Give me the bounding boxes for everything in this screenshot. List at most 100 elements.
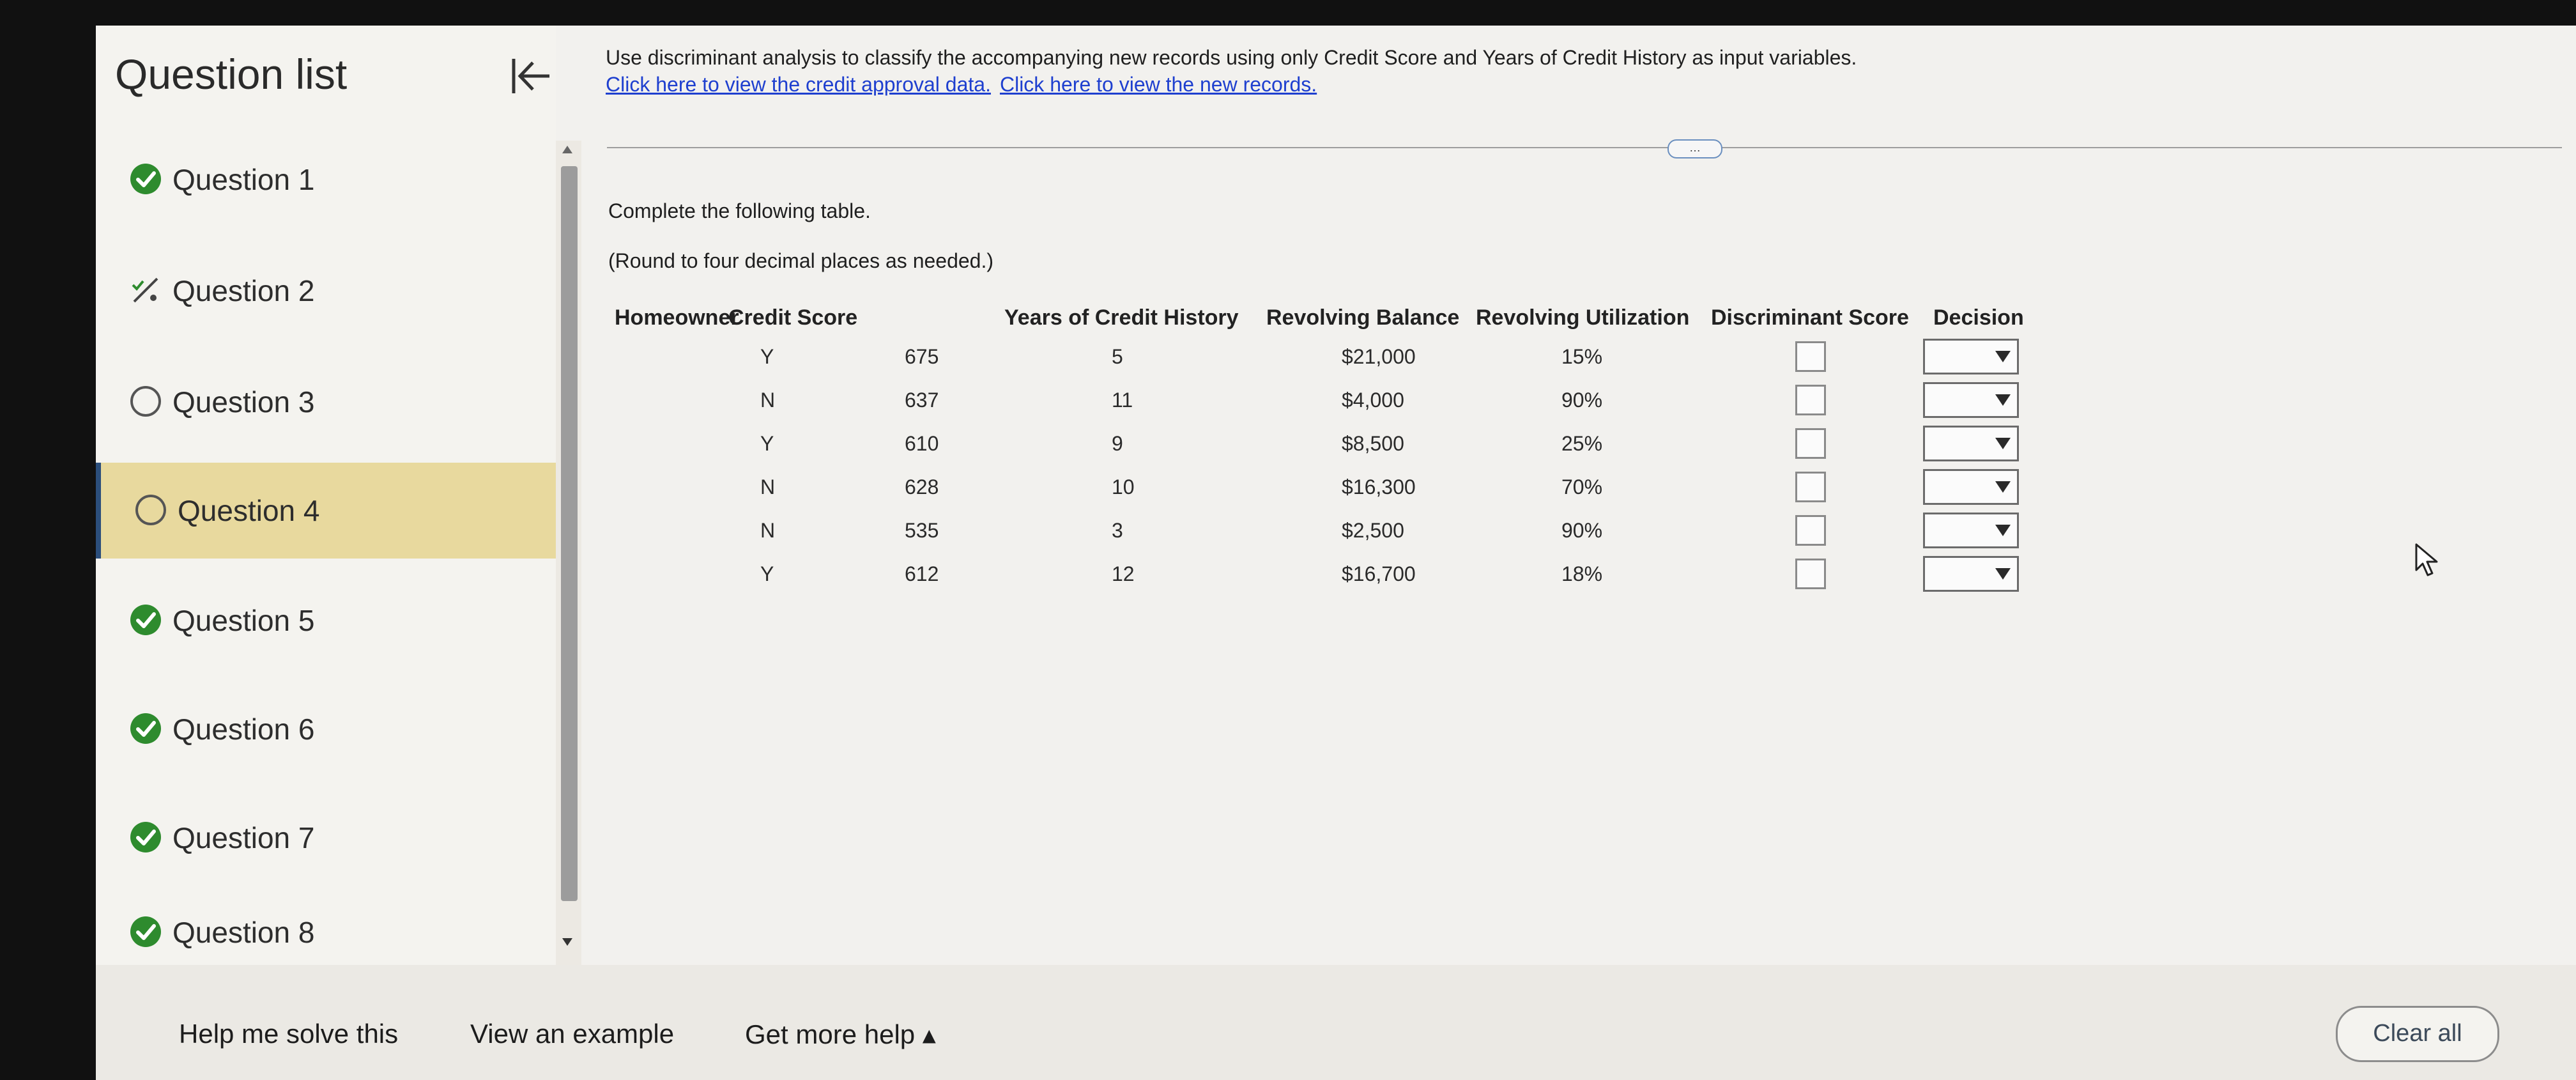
scroll-up-arrow-icon[interactable] bbox=[562, 146, 572, 153]
column-header: Revolving Utilization bbox=[1476, 305, 1690, 330]
question-label: Question 2 bbox=[172, 274, 315, 307]
question-instructions: Use discriminant analysis to classify th… bbox=[606, 46, 1857, 69]
table-cell: N bbox=[760, 519, 776, 542]
decision-dropdown[interactable] bbox=[1923, 339, 2019, 374]
discriminant-score-input[interactable] bbox=[1795, 515, 1826, 546]
decision-dropdown[interactable] bbox=[1923, 469, 2019, 505]
credit-approval-data-link[interactable]: Click here to view the credit approval d… bbox=[606, 73, 991, 96]
question-item[interactable]: Question 8 bbox=[96, 896, 556, 949]
check-circle-icon bbox=[130, 713, 161, 744]
table-cell: 10 bbox=[1112, 475, 1135, 498]
decision-dropdown[interactable] bbox=[1923, 382, 2019, 418]
discriminant-score-input[interactable] bbox=[1795, 559, 1826, 589]
question-item[interactable]: Question 3 bbox=[96, 354, 556, 450]
get-more-help-button[interactable]: Get more help ▴ bbox=[745, 1019, 936, 1050]
question-label: Question 1 bbox=[172, 163, 315, 196]
scroll-down-arrow-icon[interactable] bbox=[562, 938, 572, 946]
dropdown-arrow-icon bbox=[1995, 438, 2011, 449]
table-cell: 12 bbox=[1112, 562, 1135, 585]
table-cell: Y bbox=[760, 432, 774, 455]
table-cell: 25% bbox=[1561, 432, 1603, 455]
question-label: Question 5 bbox=[172, 604, 315, 637]
empty-circle-icon bbox=[130, 386, 161, 417]
table-cell: N bbox=[760, 475, 776, 498]
question-label: Question 6 bbox=[172, 713, 315, 746]
question-label: Question 4 bbox=[178, 494, 320, 527]
column-header: Decision bbox=[1933, 305, 2024, 330]
table-cell: 535 bbox=[905, 519, 939, 542]
question-label: Question 7 bbox=[172, 821, 315, 854]
table-cell: N bbox=[760, 389, 776, 412]
question-label: Question 8 bbox=[172, 916, 315, 949]
table-cell: 90% bbox=[1561, 389, 1603, 412]
column-header: Years of Credit History bbox=[1004, 305, 1239, 330]
table-cell: 610 bbox=[905, 432, 939, 455]
check-circle-icon bbox=[130, 605, 161, 635]
column-header: Credit Score bbox=[728, 305, 858, 330]
table-cell: $8,500 bbox=[1342, 432, 1404, 455]
table-cell: 628 bbox=[905, 475, 939, 498]
view-example-button[interactable]: View an example bbox=[470, 1019, 674, 1049]
table-cell: 612 bbox=[905, 562, 939, 585]
help-me-solve-button[interactable]: Help me solve this bbox=[179, 1019, 398, 1049]
table-cell: 11 bbox=[1112, 389, 1133, 412]
empty-circle-icon bbox=[135, 495, 166, 525]
collapse-panel-icon[interactable] bbox=[509, 54, 553, 98]
table-cell: $21,000 bbox=[1342, 345, 1416, 368]
dropdown-arrow-icon bbox=[1995, 351, 2011, 362]
table-cell: 637 bbox=[905, 389, 939, 412]
column-header: Homeowner bbox=[615, 305, 739, 330]
decision-dropdown[interactable] bbox=[1923, 513, 2019, 548]
expand-more-button[interactable]: … bbox=[1667, 139, 1722, 158]
decision-dropdown[interactable] bbox=[1923, 556, 2019, 592]
question-item[interactable]: Question 6 bbox=[96, 681, 556, 777]
discriminant-score-input[interactable] bbox=[1795, 428, 1826, 459]
screen: Question list Question 1 Question 2 Questi… bbox=[96, 26, 2576, 1080]
clear-all-button[interactable]: Clear all bbox=[2336, 1006, 2499, 1062]
check-circle-icon bbox=[130, 164, 161, 194]
mouse-cursor-icon bbox=[2415, 543, 2438, 576]
new-records-link[interactable]: Click here to view the new records. bbox=[1000, 73, 1317, 96]
table-cell: 3 bbox=[1112, 519, 1123, 542]
check-circle-icon bbox=[130, 916, 161, 947]
table-cell: Y bbox=[760, 562, 774, 585]
question-list-title: Question list bbox=[115, 50, 348, 98]
table-cell: 90% bbox=[1561, 519, 1603, 542]
dropdown-arrow-icon bbox=[1995, 481, 2011, 493]
question-item[interactable]: Question 1 bbox=[96, 132, 556, 228]
partial-credit-icon bbox=[132, 277, 158, 303]
table-cell: Y bbox=[760, 345, 774, 368]
question-item[interactable]: Question 2 bbox=[96, 243, 556, 339]
table-cell: 675 bbox=[905, 345, 939, 368]
decision-dropdown[interactable] bbox=[1923, 426, 2019, 461]
table-cell: 5 bbox=[1112, 345, 1123, 368]
dropdown-arrow-icon bbox=[1995, 568, 2011, 580]
sidebar-scroll-thumb[interactable] bbox=[561, 166, 578, 901]
question-item[interactable]: Question 7 bbox=[96, 790, 556, 886]
check-circle-icon bbox=[130, 822, 161, 852]
section-divider bbox=[607, 147, 2562, 148]
question-label: Question 3 bbox=[172, 385, 315, 419]
discriminant-score-input[interactable] bbox=[1795, 385, 1826, 415]
discriminant-score-input[interactable] bbox=[1795, 472, 1826, 502]
dropdown-arrow-icon bbox=[1995, 394, 2011, 406]
table-cell: 15% bbox=[1561, 345, 1603, 368]
table-cell: $16,300 bbox=[1342, 475, 1416, 498]
table-cell: 9 bbox=[1112, 432, 1123, 455]
question-sidebar: Question list Question 1 Question 2 Questi… bbox=[96, 26, 561, 965]
dropdown-arrow-icon bbox=[1995, 525, 2011, 536]
column-header: Revolving Balance bbox=[1266, 305, 1460, 330]
rounding-note: (Round to four decimal places as needed.… bbox=[608, 249, 994, 272]
table-cell: $4,000 bbox=[1342, 389, 1404, 412]
discriminant-score-input[interactable] bbox=[1795, 341, 1826, 372]
column-header: Discriminant Score bbox=[1711, 305, 1909, 330]
table-cell: $2,500 bbox=[1342, 519, 1404, 542]
table-cell: $16,700 bbox=[1342, 562, 1416, 585]
table-cell: 18% bbox=[1561, 562, 1603, 585]
task-text: Complete the following table. bbox=[608, 199, 871, 222]
data-links: Click here to view the credit approval d… bbox=[606, 73, 1326, 96]
bottom-toolbar: Help me solve this View an example Get m… bbox=[96, 965, 2576, 1080]
question-item[interactable]: Question 5 bbox=[96, 573, 556, 668]
question-item[interactable]: Question 4 bbox=[96, 463, 561, 559]
table-cell: 70% bbox=[1561, 475, 1603, 498]
